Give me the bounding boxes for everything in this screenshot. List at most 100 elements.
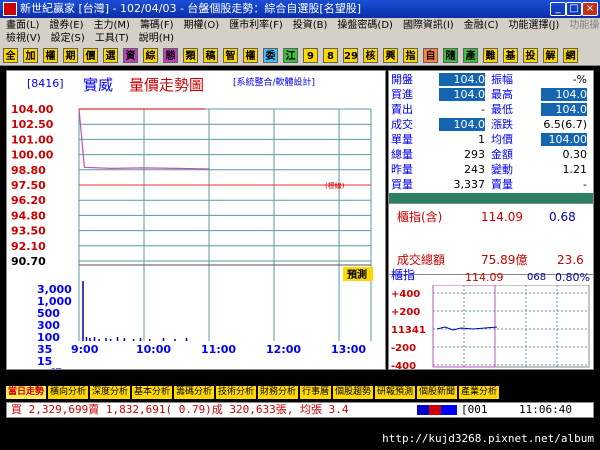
toolbar-button[interactable]: 核	[363, 48, 378, 63]
bid-ask-bar	[389, 193, 593, 203]
trade-summary: 買 2,329,699賣 1,832,691( 0.79)成 320,633張,…	[11, 403, 349, 416]
quote-value: 104.0	[541, 88, 587, 101]
tab-6[interactable]: 財務分析	[258, 386, 300, 399]
tab-10[interactable]: 個股新聞	[417, 386, 459, 399]
price-tick: 96.20	[11, 194, 46, 207]
toolbar-button[interactable]: 9	[303, 48, 318, 63]
status-bar: 買 2,329,699賣 1,832,691( 0.79)成 320,633張,…	[6, 402, 594, 418]
toolbar-button[interactable]: 加	[23, 48, 38, 63]
tab-4[interactable]: 籌碼分析	[174, 386, 216, 399]
toolbar-button[interactable]: 網	[563, 48, 578, 63]
menu-item[interactable]: 設定(S)	[51, 33, 85, 44]
menu-item[interactable]: 操盤密碼(D)	[337, 20, 393, 31]
close-icon[interactable]: ×	[582, 2, 598, 16]
mini-tick: +200	[391, 307, 420, 318]
turnover-label: 成交總額	[397, 253, 446, 267]
volume-unit: 張	[51, 367, 62, 369]
toolbar-button[interactable]: 稿	[203, 48, 218, 63]
toolbar-button[interactable]: 資	[123, 48, 138, 63]
tab-5[interactable]: 技術分析	[216, 386, 258, 399]
menu-item[interactable]: 說明(H)	[139, 33, 174, 44]
price-tick: 90.70	[11, 255, 46, 268]
maximize-icon[interactable]: □	[566, 2, 582, 16]
menu-item[interactable]: 檢視(V)	[6, 33, 41, 44]
toolbar: 全加權期價選資綜態類稿智權委江 9 8 29 核興指自隨產難基投解網	[0, 46, 600, 66]
index-change: 0.68	[549, 210, 576, 224]
toolbar-button[interactable]: 產	[463, 48, 478, 63]
toolbar-button[interactable]: 價	[83, 48, 98, 63]
quote-value: 3,337	[453, 178, 486, 191]
menu-item[interactable]: 期權(O)	[184, 20, 220, 31]
toolbar-button[interactable]: 期	[63, 48, 78, 63]
menu-item[interactable]: 主力(M)	[94, 20, 130, 31]
tab-1[interactable]: 橫向分析	[48, 386, 90, 399]
menu-item[interactable]: 畫面(L)	[6, 20, 39, 31]
toolbar-button[interactable]: 選	[103, 48, 118, 63]
menu-item[interactable]: 籌碼(F)	[140, 20, 174, 31]
quote-label: 開盤	[391, 73, 413, 86]
toolbar-button[interactable]: 興	[383, 48, 398, 63]
status-time: 11:06:40	[519, 403, 572, 416]
toolbar-button[interactable]: 8	[323, 48, 338, 63]
quote-panel: 開盤 104.0 振幅 -% 買進 104.0 最高 104.0 賣出 - 最低 104.0 成交 104…	[388, 70, 594, 370]
quote-value: -	[583, 178, 587, 191]
tab-8[interactable]: 個股趨勢	[333, 386, 375, 399]
price-tick: 93.50	[11, 225, 46, 238]
tab-9[interactable]: 研報預測	[375, 386, 417, 399]
mini-chart-title: 櫃指	[391, 268, 416, 282]
quote-label: 最高	[491, 88, 513, 101]
toolbar-button[interactable]: 權	[243, 48, 258, 63]
index-value: 114.09	[481, 210, 523, 224]
toolbar-button[interactable]: 基	[503, 48, 518, 63]
toolbar-button[interactable]: 自	[423, 48, 438, 63]
toolbar-button[interactable]: 指	[403, 48, 418, 63]
quote-label: 漲跌	[491, 118, 513, 131]
toolbar-button[interactable]: 江	[283, 48, 298, 63]
menu-item[interactable]: 金融(C)	[464, 20, 499, 31]
menu-item[interactable]: 證券(E)	[49, 20, 83, 31]
toolbar-button[interactable]: 權	[43, 48, 58, 63]
menu-item[interactable]: 功能選擇(J)	[509, 20, 560, 31]
toolbar-button[interactable]: 投	[523, 48, 538, 63]
tab-3[interactable]: 基本分析	[132, 386, 174, 399]
toolbar-button[interactable]: 難	[483, 48, 498, 63]
toolbar-button[interactable]: 委	[263, 48, 278, 63]
window-title: 新世紀贏家 [台灣] - 102/04/03 - 台盤個股走勢：綜合自選股[名望…	[20, 2, 361, 15]
tab-2[interactable]: 深度分析	[90, 386, 132, 399]
menu-item[interactable]: 國際資訊(I)	[403, 20, 454, 31]
mini-chart-value: 114.09	[465, 271, 504, 284]
toolbar-button[interactable]: 29	[343, 48, 358, 63]
mini-tick: -200	[391, 343, 416, 354]
menu-item[interactable]: 投資(B)	[293, 20, 328, 31]
quote-value: 104.0	[439, 73, 485, 86]
toolbar-button[interactable]: 智	[223, 48, 238, 63]
menu-item[interactable]: 工具(T)	[95, 33, 129, 44]
toolbar-button[interactable]: 解	[543, 48, 558, 63]
tab-7[interactable]: 行事曆	[300, 386, 333, 399]
quote-value: 293	[464, 148, 485, 161]
toolbar-button[interactable]: 綜	[143, 48, 158, 63]
menu-item[interactable]: 匯市利率(F)	[229, 20, 283, 31]
quote-label: 昨量	[391, 163, 413, 176]
price-tick: 104.00	[11, 103, 54, 116]
quote-label: 賣出	[391, 103, 413, 116]
price-tick: 100.00	[11, 149, 54, 162]
price-tick: 102.50	[11, 118, 54, 131]
price-tick: 98.80	[11, 164, 46, 177]
time-tick: 9:00	[71, 343, 99, 356]
toolbar-button[interactable]: 全	[3, 48, 18, 63]
minimize-icon[interactable]: _	[550, 2, 566, 16]
status-code: [001	[461, 403, 488, 416]
time-tick: 10:00	[136, 343, 171, 356]
turnover-extra: 23.6	[557, 253, 584, 267]
toolbar-button[interactable]: 類	[183, 48, 198, 63]
toolbar-button[interactable]: 隨	[443, 48, 458, 63]
tab-0[interactable]: 當日走勢	[6, 386, 48, 399]
quote-value: 104.0	[439, 88, 485, 101]
menu-item[interactable]: 功能操作	[569, 20, 600, 31]
quote-label: 變動	[491, 163, 513, 176]
tab-11[interactable]: 產業分析	[459, 386, 501, 399]
mini-tick: +400	[391, 289, 420, 300]
toolbar-button[interactable]: 態	[163, 48, 178, 63]
quote-value: 104.0	[541, 103, 587, 116]
